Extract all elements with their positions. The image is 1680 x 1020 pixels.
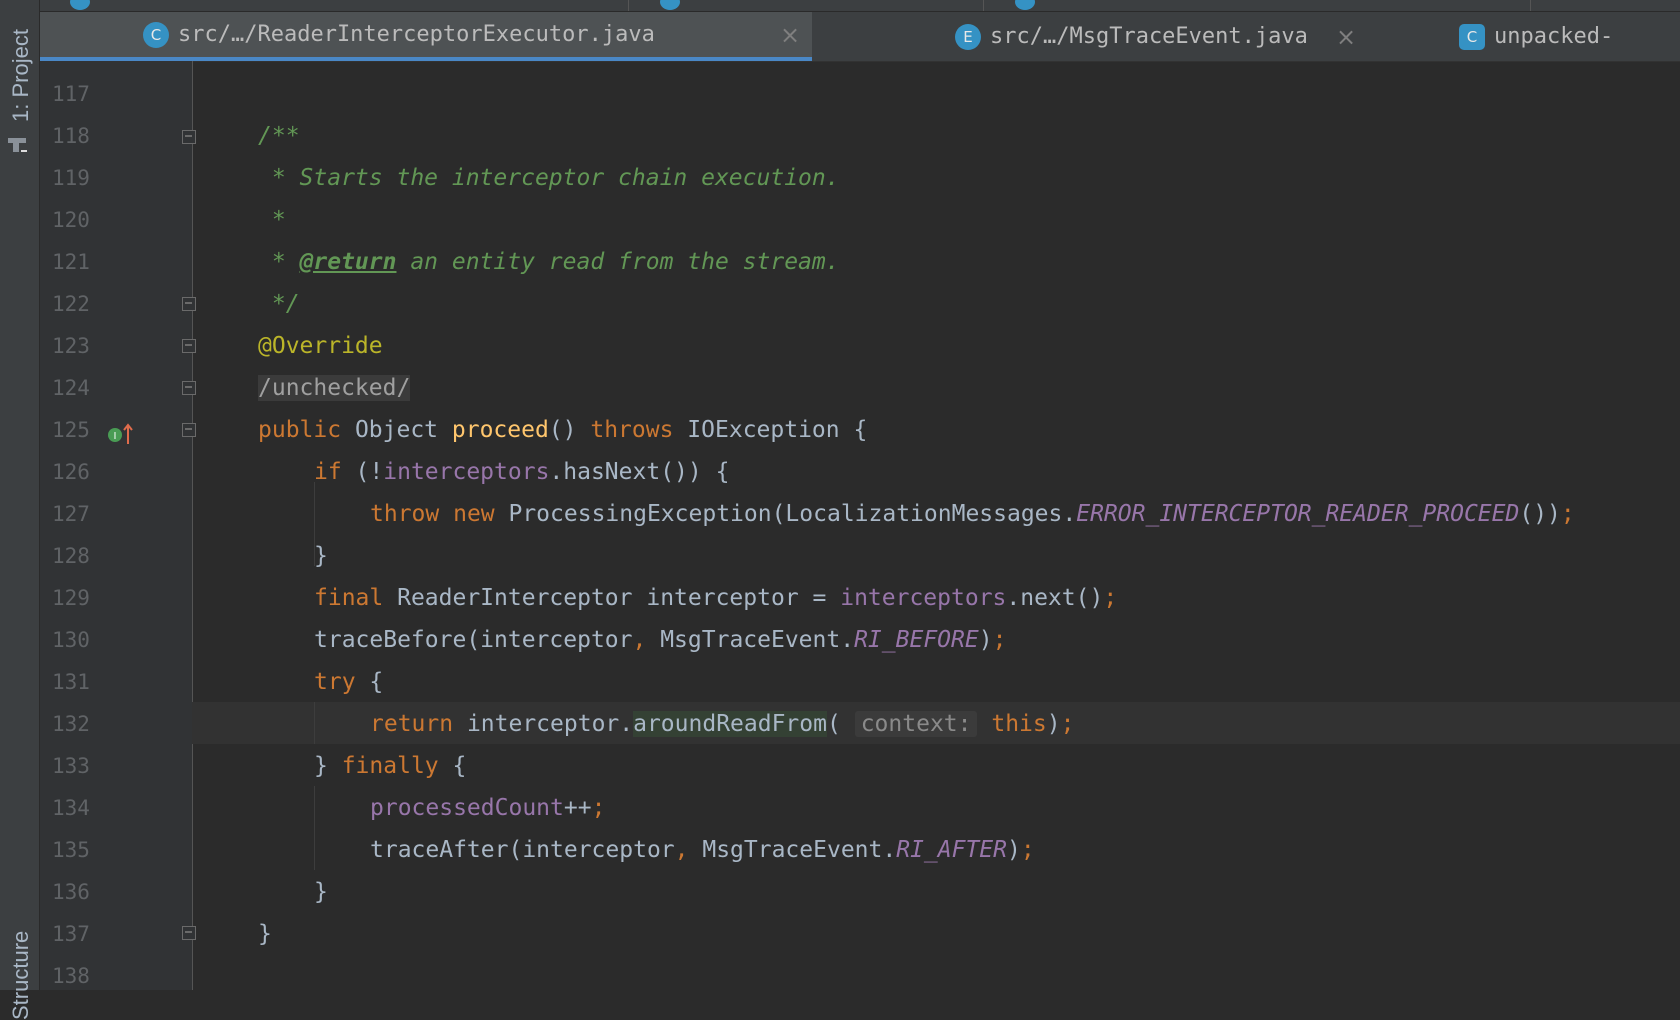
- tab-unpacked[interactable]: C unpacked-: [1376, 12, 1680, 61]
- file-icon: [70, 0, 90, 10]
- tab-label: src/…/ReaderInterceptorExecutor.java: [178, 22, 655, 47]
- code-line-124: /unchecked/: [258, 375, 411, 401]
- tab-label: src/…/MsgTraceEvent.java: [990, 24, 1308, 49]
- fold-icon[interactable]: [182, 130, 196, 144]
- svg-text:I: I: [114, 431, 117, 442]
- line-number: 136: [52, 880, 90, 904]
- line-number: 127: [52, 502, 90, 526]
- line-number: 124: [52, 376, 90, 400]
- close-icon[interactable]: ×: [1336, 23, 1356, 51]
- tab-msg-trace-event[interactable]: E src/…/MsgTraceEvent.java ×: [812, 12, 1376, 61]
- code-line-122: */: [258, 291, 300, 317]
- line-number: 133: [52, 754, 90, 778]
- code-line-121: * @return an entity read from the stream…: [258, 249, 840, 275]
- code-line-120: *: [258, 207, 286, 233]
- line-number: 119: [52, 166, 90, 190]
- code-line-130: traceBefore(interceptor, MsgTraceEvent.R…: [314, 627, 1007, 653]
- line-number: 121: [52, 250, 90, 274]
- tab-reader-interceptor-executor[interactable]: C src/…/ReaderInterceptorExecutor.java ×: [40, 12, 812, 61]
- parameter-hint: context:: [854, 711, 978, 737]
- code-line-129: final ReaderInterceptor interceptor = in…: [314, 585, 1118, 611]
- code-line-127: throw new ProcessingException(Localizati…: [370, 501, 1575, 527]
- class-file-icon: C: [1459, 23, 1485, 50]
- class-file-icon: C: [143, 21, 169, 48]
- fold-icon[interactable]: [182, 297, 196, 311]
- line-number: 138: [52, 964, 90, 988]
- line-number: 131: [52, 670, 90, 694]
- line-number: 129: [52, 586, 90, 610]
- line-number: 135: [52, 838, 90, 862]
- code-line-126: if (!interceptors.hasNext()) {: [314, 459, 730, 485]
- code-line-137: }: [258, 921, 272, 947]
- line-number: 120: [52, 208, 90, 232]
- fold-icon[interactable]: [182, 926, 196, 940]
- line-number: 117: [52, 82, 90, 106]
- line-number: 118: [52, 124, 90, 148]
- line-number: 134: [52, 796, 90, 820]
- fold-icon[interactable]: [182, 381, 196, 395]
- implements-method-icon[interactable]: I: [107, 422, 137, 446]
- line-number: 126: [52, 460, 90, 484]
- upper-tab-row: [40, 0, 1680, 12]
- structure-tool-button[interactable]: Structure: [8, 931, 34, 1020]
- line-number: 125: [52, 418, 90, 442]
- fold-icon[interactable]: [182, 423, 196, 437]
- file-icon: [660, 0, 680, 10]
- left-tool-strip: 1: Project Structure: [0, 0, 40, 1020]
- code-line-119: * Starts the interceptor chain execution…: [258, 165, 840, 191]
- code-line-132: return interceptor.aroundReadFrom( conte…: [370, 711, 1075, 737]
- enum-file-icon: E: [955, 23, 981, 50]
- code-line-135: traceAfter(interceptor, MsgTraceEvent.RI…: [370, 837, 1035, 863]
- code-line-134: processedCount++;: [370, 795, 606, 821]
- code-line-123: @Override: [258, 333, 383, 359]
- close-icon[interactable]: ×: [780, 21, 800, 49]
- project-tool-button[interactable]: 1: Project: [8, 29, 34, 122]
- code-line-131: try {: [314, 669, 384, 695]
- code-line-125: public Object proceed() throws IOExcepti…: [258, 417, 868, 443]
- code-line-136: }: [314, 879, 328, 905]
- fold-icon[interactable]: [182, 339, 196, 353]
- file-icon: [1015, 0, 1035, 10]
- tab-label: unpacked-: [1494, 24, 1614, 49]
- line-number: 137: [52, 922, 90, 946]
- line-number: 130: [52, 628, 90, 652]
- code-line-128: }: [314, 543, 328, 569]
- project-icon[interactable]: [7, 137, 29, 153]
- code-line-118: /**: [258, 123, 300, 149]
- line-number: 123: [52, 334, 90, 358]
- line-number: 128: [52, 544, 90, 568]
- line-number: 122: [52, 292, 90, 316]
- code-line-133: } finally {: [314, 753, 467, 779]
- line-number: 132: [52, 712, 90, 736]
- editor-tab-bar: C src/…/ReaderInterceptorExecutor.java ×…: [40, 12, 1680, 62]
